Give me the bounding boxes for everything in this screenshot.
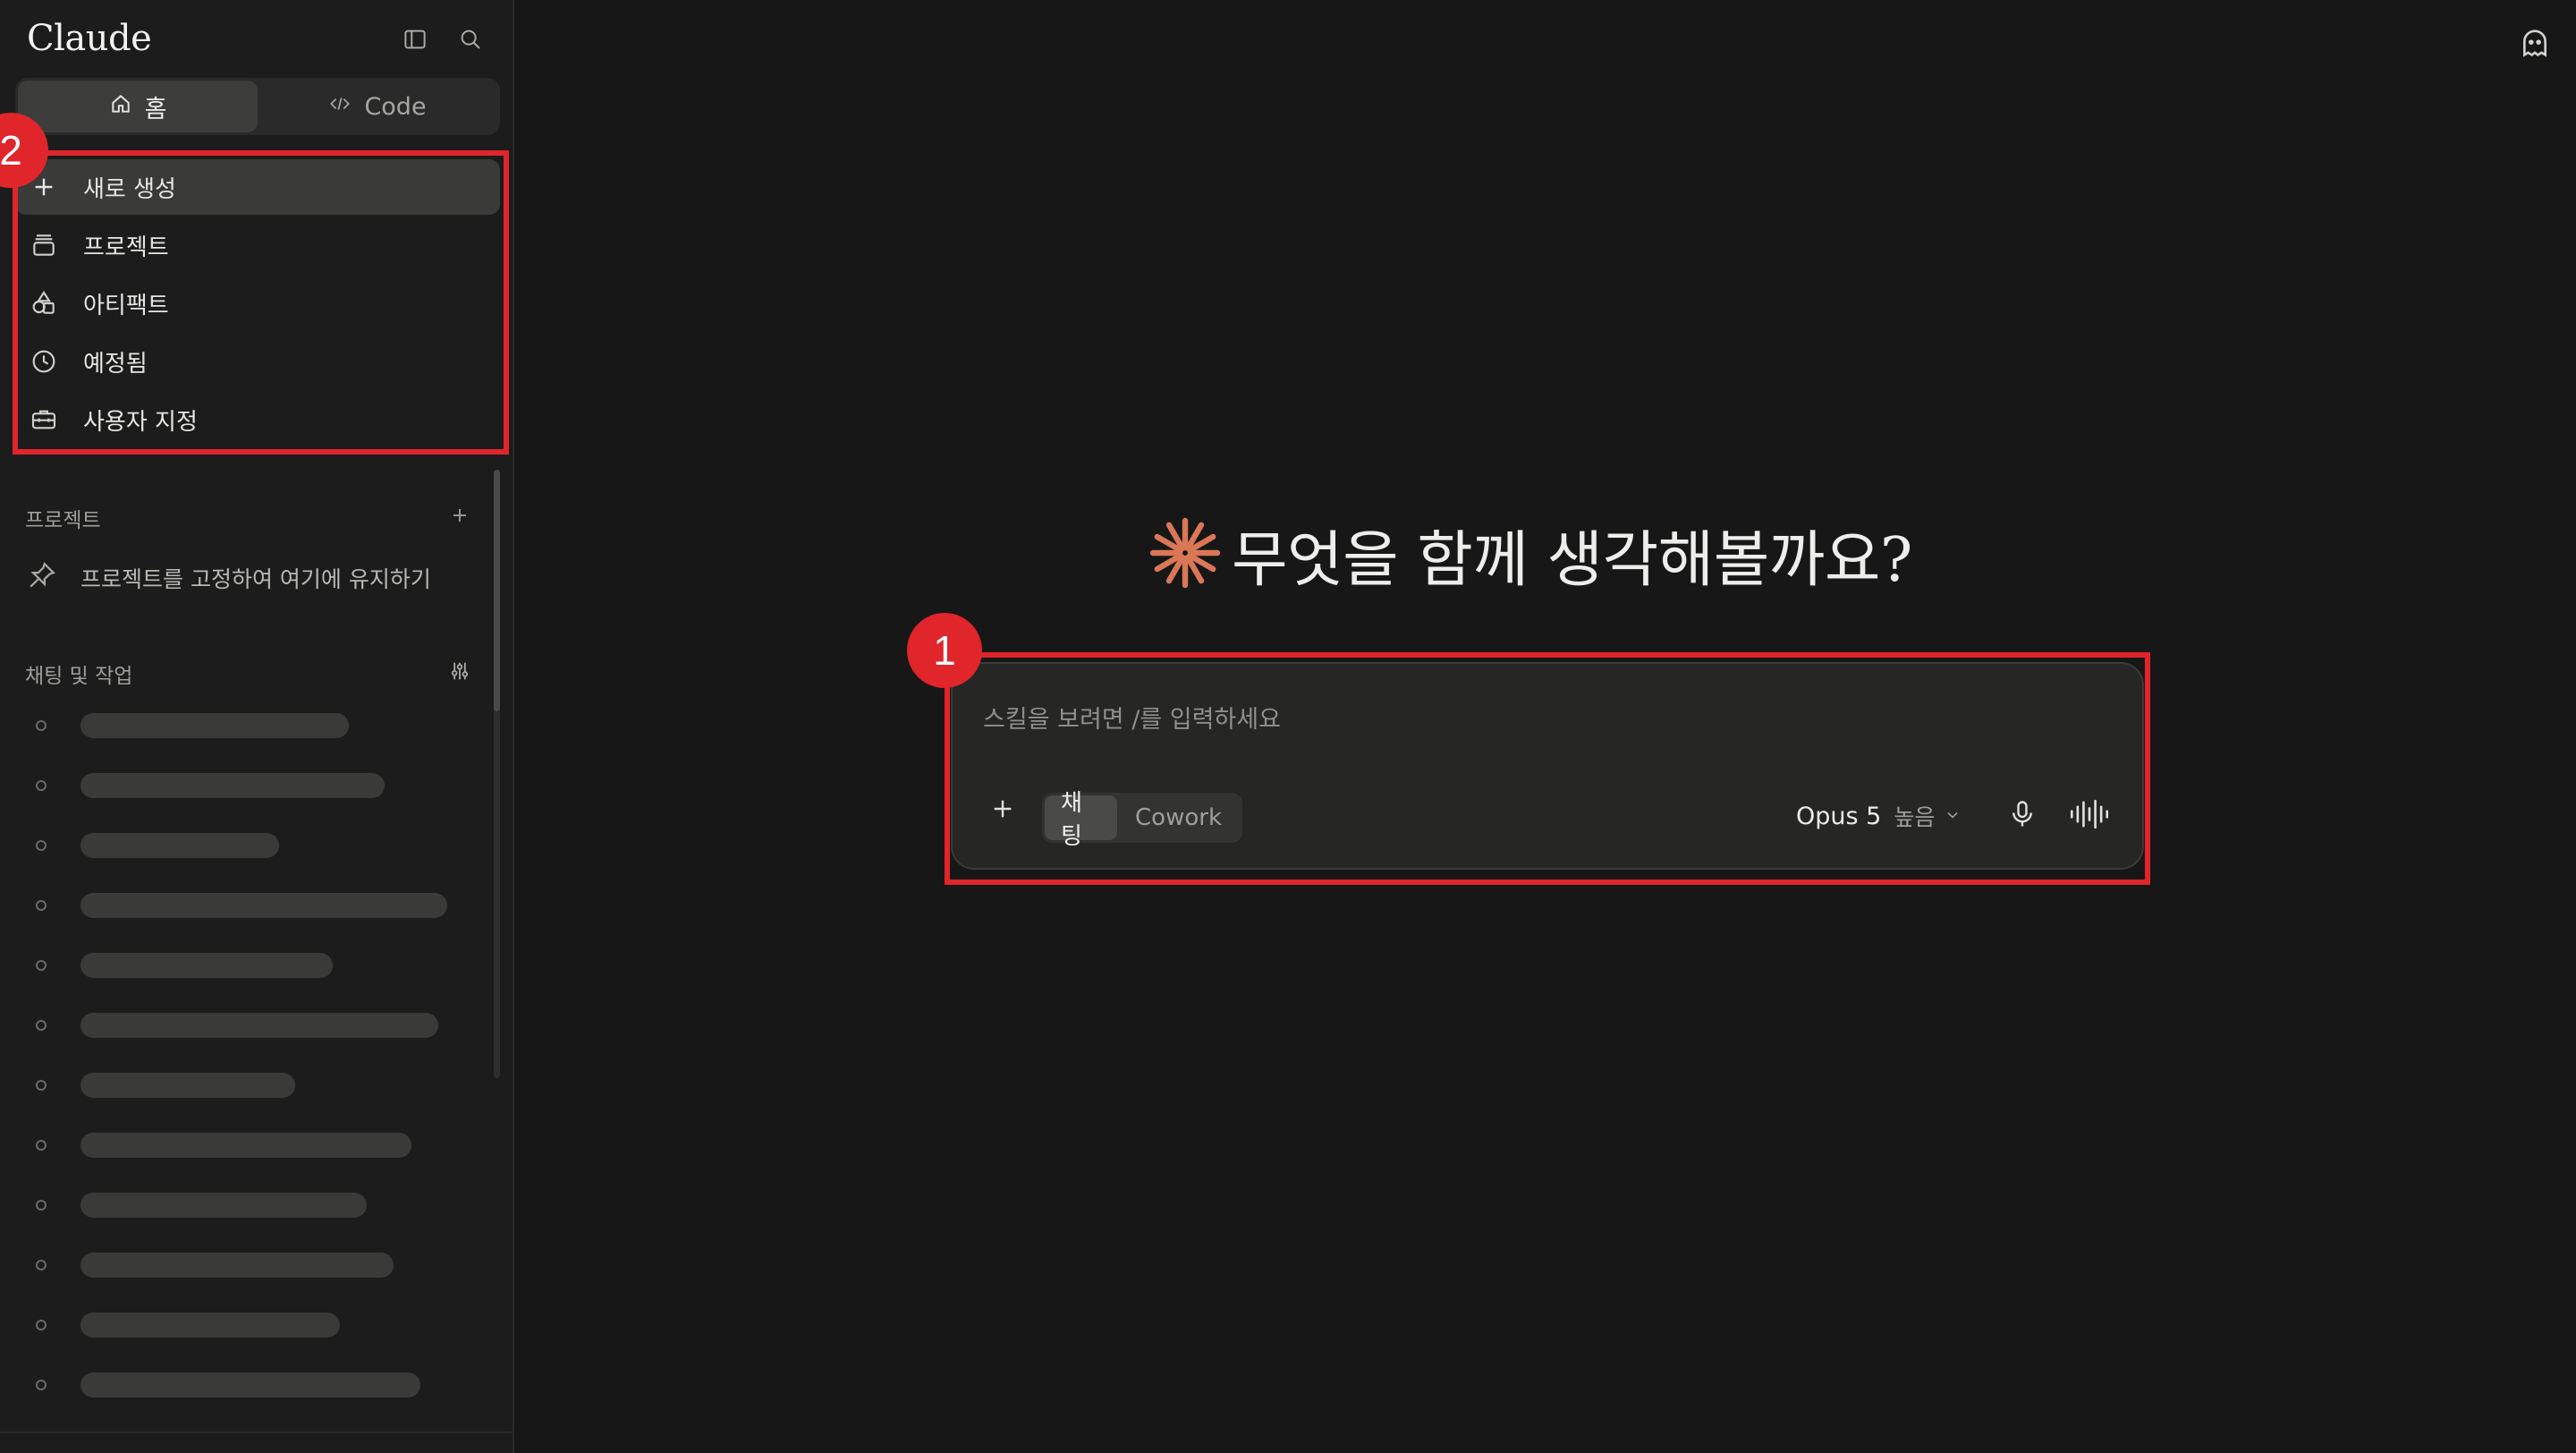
- chat-status-dot-icon: [36, 1140, 47, 1151]
- chat-title-placeholder: [80, 1133, 411, 1158]
- chat-list-item[interactable]: [36, 1372, 420, 1398]
- chat-status-dot-icon: [36, 1080, 47, 1091]
- app-root: Claude 홈 Code 새로 생성 프로젝트 아티팩트 예정됨 사용자 지정…: [0, 0, 2576, 1453]
- chat-title-placeholder: [80, 1253, 394, 1278]
- chat-status-dot-icon: [36, 1320, 47, 1330]
- sidebar-divider: [0, 1432, 514, 1433]
- projects-header-label: 프로젝트: [25, 509, 101, 532]
- claude-spark-icon: [1149, 517, 1232, 592]
- projects-section-header: 프로젝트: [25, 503, 472, 533]
- pin-project-hint: 프로젝트를 고정하여 여기에 유지하기: [27, 560, 431, 596]
- chat-list-item[interactable]: [36, 1312, 340, 1338]
- chat-list-item[interactable]: [36, 772, 385, 799]
- chat-title-placeholder: [80, 893, 447, 918]
- chat-status-dot-icon: [36, 1380, 47, 1390]
- home-icon: [109, 92, 132, 122]
- chat-list-item[interactable]: [36, 892, 447, 919]
- chats-header-label: 채팅 및 작업: [25, 665, 133, 688]
- chat-title-placeholder: [80, 1372, 420, 1398]
- chat-list-item[interactable]: [36, 1072, 295, 1099]
- sidebar-toggle-icon[interactable]: [399, 23, 431, 55]
- chat-status-dot-icon: [36, 780, 47, 791]
- chat-status-dot-icon: [36, 900, 47, 911]
- chat-list-item[interactable]: [36, 1012, 438, 1039]
- chat-title-placeholder: [80, 713, 349, 738]
- chat-status-dot-icon: [36, 960, 47, 971]
- tab-home[interactable]: 홈: [18, 81, 258, 132]
- chats-section-header: 채팅 및 작업: [25, 659, 472, 689]
- chat-title-placeholder: [80, 1073, 295, 1098]
- tab-code[interactable]: Code: [258, 81, 497, 132]
- chat-status-dot-icon: [36, 840, 47, 851]
- chat-list-item[interactable]: [36, 952, 333, 979]
- filter-icon[interactable]: [447, 659, 472, 689]
- pin-hint-text: 프로젝트를 고정하여 여기에 유지하기: [80, 566, 431, 592]
- chat-status-dot-icon: [36, 1020, 47, 1031]
- chat-title-placeholder: [80, 1193, 367, 1218]
- chat-title-placeholder: [80, 773, 385, 798]
- chat-list-item[interactable]: [36, 1252, 394, 1279]
- chat-list-item[interactable]: [36, 832, 279, 859]
- chat-list-item[interactable]: [36, 712, 349, 739]
- chat-title-placeholder: [80, 1013, 438, 1038]
- brand-logo[interactable]: Claude: [27, 18, 152, 59]
- code-icon: [328, 92, 352, 122]
- chat-status-dot-icon: [36, 1200, 47, 1211]
- chat-title-placeholder: [80, 953, 333, 978]
- chat-status-dot-icon: [36, 720, 47, 731]
- mode-switch: 홈 Code: [15, 78, 500, 135]
- sidebar-scrollbar-thumb[interactable]: [494, 470, 500, 711]
- pin-icon: [27, 560, 80, 596]
- add-project-icon[interactable]: [447, 503, 472, 533]
- annotation-box-2: [13, 150, 509, 455]
- search-icon[interactable]: [454, 23, 487, 55]
- tab-code-label: Code: [364, 92, 427, 121]
- greeting: 무엇을 함께 생각해볼까요?: [1149, 510, 1912, 599]
- tab-home-label: 홈: [144, 95, 167, 123]
- chat-list-item[interactable]: [36, 1132, 411, 1159]
- annotation-box-1: [945, 652, 2150, 885]
- incognito-ghost-icon[interactable]: [2517, 25, 2553, 61]
- chat-list-item[interactable]: [36, 1192, 367, 1219]
- chat-title-placeholder: [80, 833, 279, 858]
- greeting-text: 무엇을 함께 생각해볼까요?: [1232, 525, 1912, 596]
- annotation-badge-1: 1: [907, 613, 982, 688]
- chat-status-dot-icon: [36, 1260, 47, 1270]
- chat-title-placeholder: [80, 1313, 340, 1338]
